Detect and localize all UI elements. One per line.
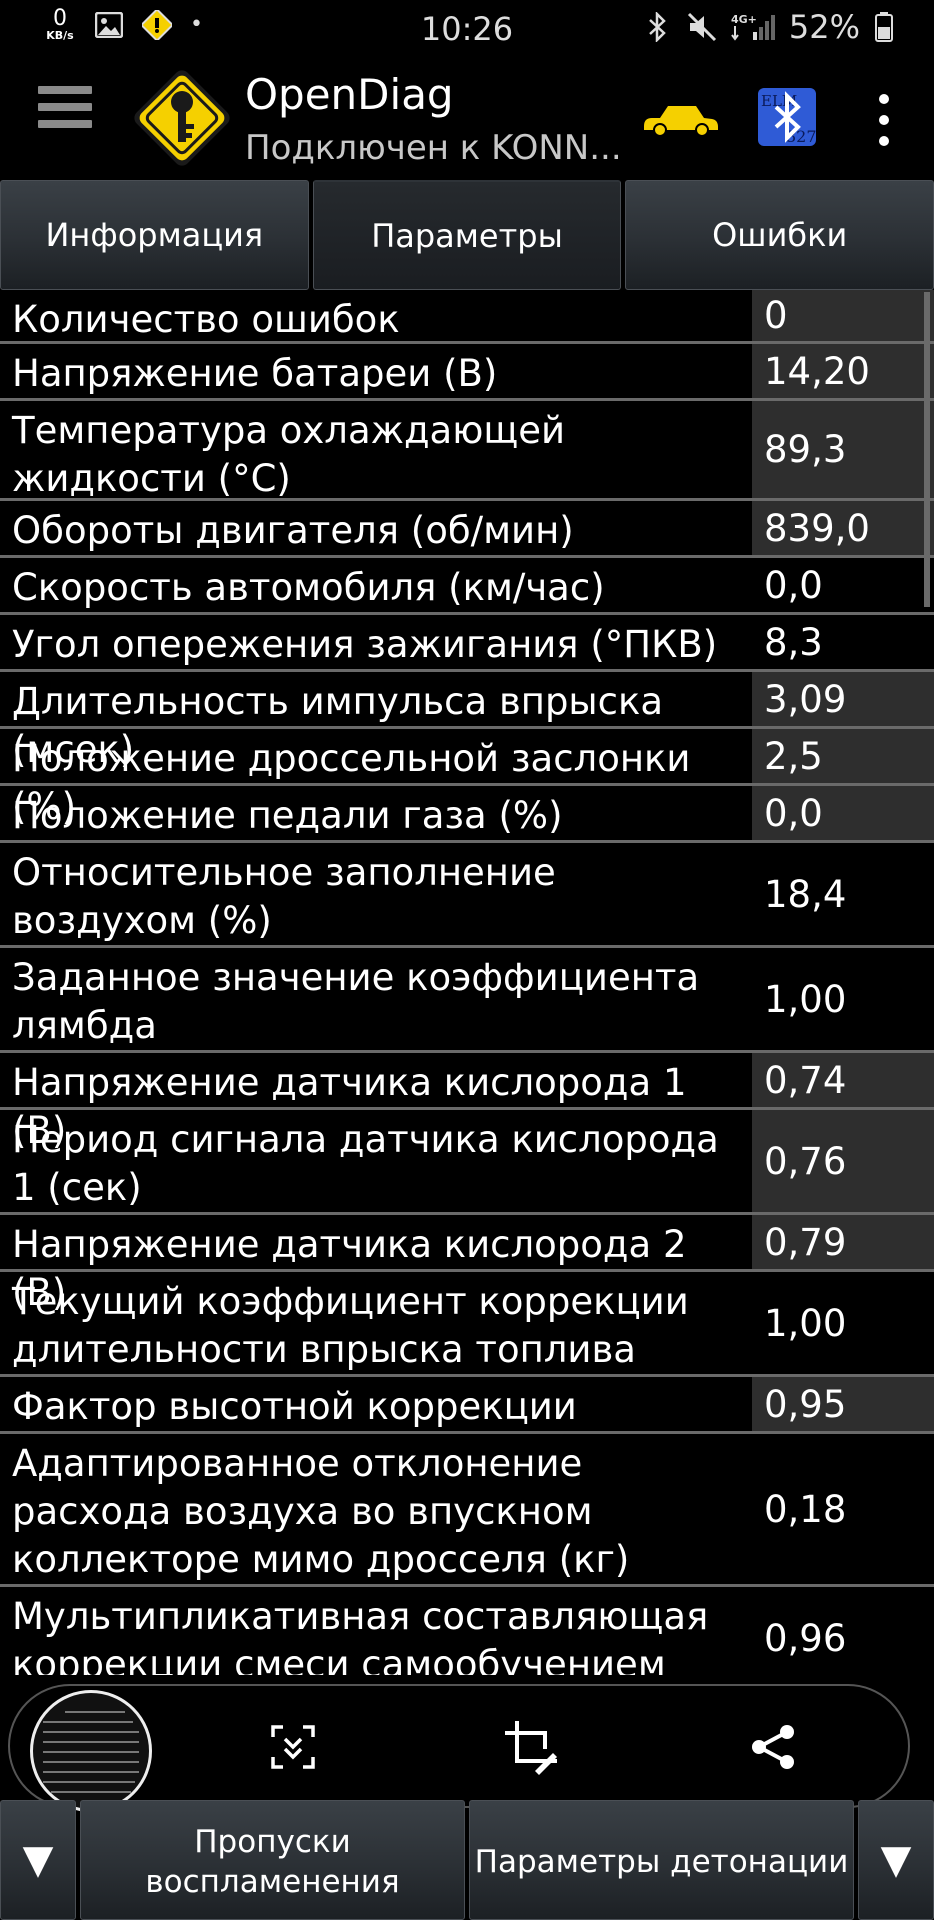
parameter-value: 0,0 [764, 563, 823, 607]
app-bar: OpenDiag Подключен к KONN... ELM 327 [0, 56, 934, 180]
parameter-row: Напряжение датчика кислорода 1 (В) 0,74 [0, 1053, 934, 1152]
parameter-value: 0,0 [752, 786, 934, 840]
parameter-row: Адаптированное отклонение расхода воздух… [0, 1434, 934, 1587]
battery-icon [874, 12, 894, 42]
parameter-name: Текущий коэффициент коррекции длительнос… [12, 1280, 689, 1371]
screenshot-toolbar [8, 1684, 910, 1812]
parameter-value: 2,5 [752, 729, 934, 783]
parameter-value: 0,95 [752, 1377, 934, 1431]
scroll-capture-icon[interactable] [258, 1712, 328, 1782]
parameter-row: Температура охлаждающей жидкости (°С) 89… [0, 401, 934, 501]
overflow-menu-icon[interactable] [872, 94, 896, 146]
signal-icon: 4G+ [731, 12, 775, 42]
parameter-value: 0,76 [752, 1110, 934, 1212]
network-type-label: 4G+ [731, 13, 757, 26]
scroll-down-right-button[interactable]: ▼ [858, 1800, 934, 1920]
parameter-value: 839,0 [752, 501, 934, 555]
parameter-row: Длительность импульса впрыска (мсек) 3,0… [0, 672, 934, 771]
battery-percent: 52% [788, 8, 860, 46]
crop-edit-icon[interactable] [496, 1712, 566, 1782]
parameter-row: Напряжение батареи (В) 14,20 [0, 344, 934, 401]
tab-errors[interactable]: Ошибки [625, 180, 934, 290]
parameter-value: 1,00 [764, 1301, 847, 1345]
parameter-name: Адаптированное отклонение расхода воздух… [12, 1442, 630, 1581]
parameter-row: Угол опережения зажигания (°ПКВ) 8,3 [0, 615, 934, 672]
parameter-name: Обороты двигателя (об/мин) [12, 509, 574, 552]
tab-parameters[interactable]: Параметры [312, 180, 622, 290]
connection-status: Подключен к KONN... [245, 128, 622, 168]
parameter-value: 3,09 [752, 672, 934, 726]
bluetooth-icon [643, 12, 673, 42]
parameter-name: Напряжение датчика кислорода 2 (В) [12, 1223, 687, 1314]
parameter-row: Заданное значение коэффициента лямбда 1,… [0, 948, 934, 1053]
parameter-name: Температура охлаждающей жидкости (°С) [12, 409, 566, 500]
list-scrollbar[interactable] [924, 292, 930, 607]
parameters-list[interactable]: Количество ошибок 0 Напряжение батареи (… [0, 290, 934, 1675]
parameter-value: 18,4 [764, 872, 847, 916]
parameter-name: Положение педали газа (%) [12, 794, 563, 837]
parameter-value: 8,3 [764, 620, 823, 664]
parameter-row: Скорость автомобиля (км/час) 0,0 [0, 558, 934, 615]
parameter-name: Относительное заполнение воздухом (%) [12, 851, 556, 942]
share-icon[interactable] [738, 1712, 808, 1782]
parameter-name: Положение дроссельной заслонки (%) [12, 737, 691, 828]
parameter-name: Напряжение батареи (В) [12, 352, 498, 395]
bluetooth-adapter-icon[interactable]: ELM 327 [756, 86, 818, 148]
parameter-name: Период сигнала датчика кислорода 1 (сек) [12, 1118, 719, 1209]
parameter-row: Относительное заполнение воздухом (%) 18… [0, 843, 934, 948]
mute-icon [687, 12, 717, 42]
parameter-name: Скорость автомобиля (км/час) [12, 566, 605, 609]
parameter-row: Положение дроссельной заслонки (%) 2,5 [0, 729, 934, 828]
parameter-name: Заданное значение коэффициента лямбда [12, 956, 700, 1047]
screenshot-thumbnail[interactable] [30, 1690, 152, 1812]
parameter-name: Длительность импульса впрыска (мсек) [12, 680, 664, 771]
parameter-value: 0,79 [752, 1215, 934, 1269]
bottom-nav: ▼ Пропуски воспламенения Параметры детон… [0, 1800, 934, 1920]
parameter-row: Период сигнала датчика кислорода 1 (сек)… [0, 1110, 934, 1215]
parameter-name: Угол опережения зажигания (°ПКВ) [12, 623, 718, 666]
parameter-name: Напряжение датчика кислорода 1 (В) [12, 1061, 687, 1152]
parameter-value: 1,00 [764, 977, 847, 1021]
car-icon[interactable] [640, 96, 720, 140]
parameter-value: 0,18 [764, 1487, 847, 1531]
parameter-name: Мультипликативная составляющая коррекции… [12, 1595, 709, 1675]
parameter-value: 0,74 [752, 1053, 934, 1107]
misfires-button[interactable]: Пропуски воспламенения [80, 1800, 465, 1920]
parameter-row: Фактор высотной коррекции 0,95 [0, 1377, 934, 1434]
app-title: OpenDiag [245, 70, 454, 119]
parameter-name: Количество ошибок [12, 298, 400, 341]
parameter-value: 89,3 [752, 401, 934, 498]
parameter-value: 14,20 [752, 344, 934, 398]
parameter-row: Количество ошибок 0 [0, 290, 934, 344]
parameter-row: Положение педали газа (%) 0,0 [0, 786, 934, 843]
parameter-name: Фактор высотной коррекции [12, 1385, 577, 1428]
tab-bar: Информация Параметры Ошибки [0, 180, 934, 290]
opendiag-logo-icon [126, 62, 238, 174]
parameter-row: Напряжение датчика кислорода 2 (В) 0,79 [0, 1215, 934, 1314]
parameter-value: 0 [752, 290, 934, 341]
parameter-row: Мультипликативная составляющая коррекции… [0, 1587, 934, 1675]
parameter-row: Обороты двигателя (об/мин) 839,0 [0, 501, 934, 558]
knock-parameters-button[interactable]: Параметры детонации [469, 1800, 854, 1920]
parameter-row: Текущий коэффициент коррекции длительнос… [0, 1272, 934, 1377]
scroll-down-left-button[interactable]: ▼ [0, 1800, 76, 1920]
status-bar: 0 KB/s • 10:26 4G+ 52% [0, 0, 934, 56]
parameter-value: 0,96 [764, 1616, 847, 1660]
tab-information[interactable]: Информация [0, 180, 309, 290]
hamburger-menu-icon[interactable] [38, 86, 92, 142]
